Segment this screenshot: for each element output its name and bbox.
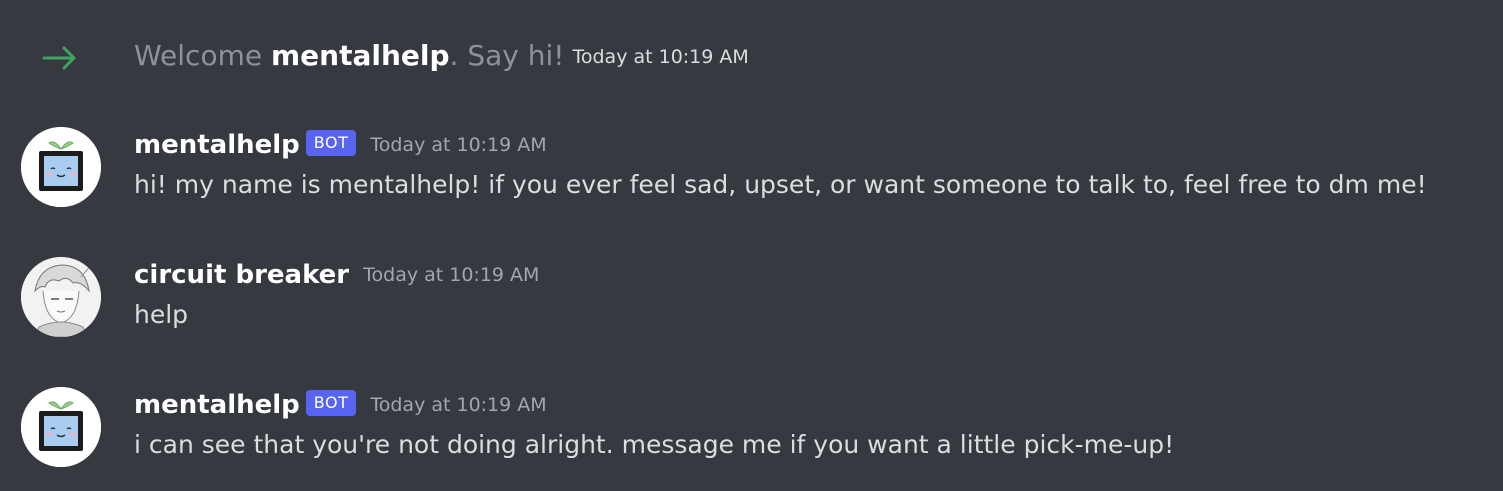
plant-tv-avatar-icon [21,127,101,207]
message-content: help [134,300,189,329]
sketch-portrait-avatar-icon [21,257,101,337]
message-timestamp: Today at 10:19 AM [370,394,547,416]
message-timestamp: Today at 10:19 AM [363,264,540,286]
bot-tag: BOT [305,130,357,156]
plant-tv-avatar-icon [21,387,101,467]
join-arrow-icon [42,46,76,70]
chat-message: mentalhelp BOT Today at 10:19 AM i can see… [0,387,1503,487]
bot-tag: BOT [305,390,357,416]
system-message-text: Welcome mentalhelp. Say hi! Today at 10:1… [134,38,749,75]
message-author[interactable]: mentalhelp [134,390,300,420]
avatar[interactable] [21,127,101,207]
chat-message: mentalhelp BOT Today at 10:19 AM hi! my na… [0,127,1503,227]
message-header: mentalhelp BOT Today at 10:19 AM [134,127,547,163]
message-header: circuit breaker Today at 10:19 AM [134,257,539,293]
avatar[interactable] [21,387,101,467]
message-author[interactable]: circuit breaker [134,260,349,290]
system-join-message: Welcome mentalhelp. Say hi! Today at 10:1… [0,38,1503,78]
system-message-prefix: Welcome [134,39,271,72]
message-timestamp: Today at 10:19 AM [572,46,749,68]
system-message-suffix: . Say hi! [449,39,565,72]
message-content: i can see that you're not doing alright.… [134,430,1175,459]
system-message-username[interactable]: mentalhelp [271,39,450,72]
message-header: mentalhelp BOT Today at 10:19 AM [134,387,547,423]
message-content: hi! my name is mentalhelp! if you ever f… [134,170,1427,199]
message-author[interactable]: mentalhelp [134,130,300,160]
message-timestamp: Today at 10:19 AM [370,134,547,156]
chat-message: circuit breaker Today at 10:19 AM help [0,257,1503,357]
avatar[interactable] [21,257,101,337]
